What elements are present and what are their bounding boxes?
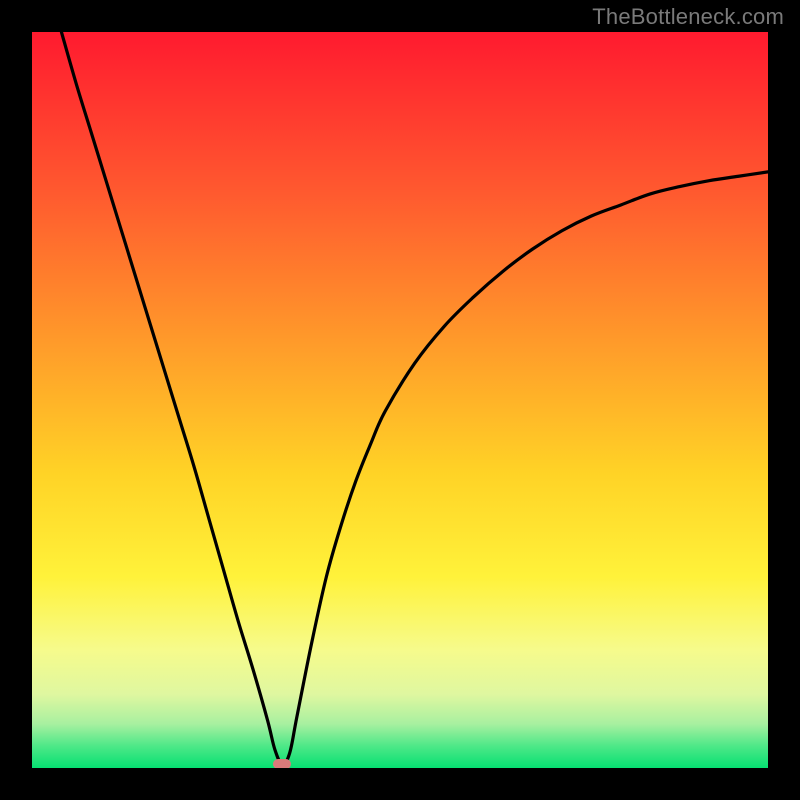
- optimal-point-marker: [273, 759, 291, 768]
- chart-frame: [32, 32, 768, 768]
- bottleneck-curve: [32, 32, 768, 768]
- watermark-text: TheBottleneck.com: [592, 4, 784, 30]
